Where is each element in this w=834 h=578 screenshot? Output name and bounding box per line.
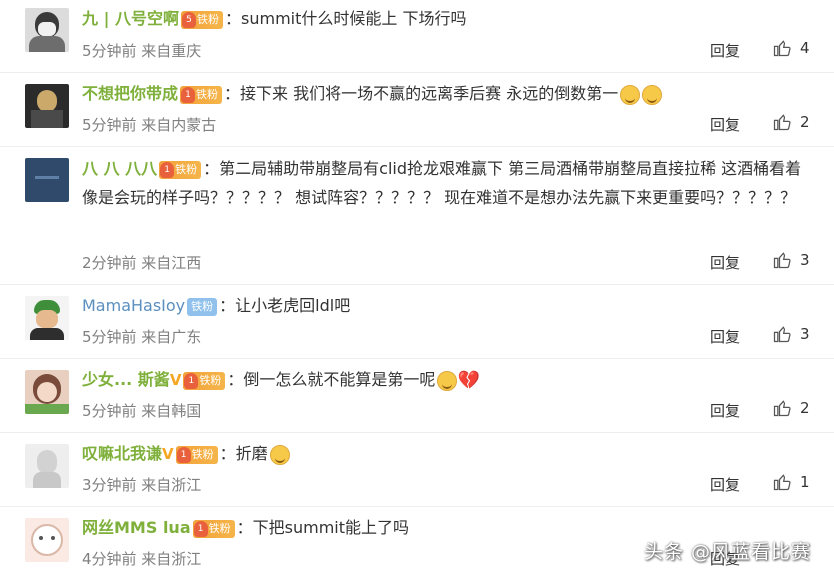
username[interactable]: 八 八 八八 [82, 159, 157, 178]
comment-text: ：下把summit能上了吗 [236, 518, 409, 537]
like-button[interactable]: 1 [772, 472, 810, 492]
comment-meta: 5分钟前 来自广东 [82, 328, 202, 346]
comment-meta: 5分钟前 来自内蒙古 [82, 116, 217, 134]
reply-button[interactable]: 回复 [710, 252, 740, 273]
watermark: 头条 @风蓝看比赛 [644, 541, 812, 563]
username[interactable]: 九 | 八号空啊 [82, 9, 179, 28]
like-count: 3 [800, 325, 810, 343]
reply-button[interactable]: 回复 [710, 326, 740, 347]
reply-button[interactable]: 回复 [710, 474, 740, 495]
broken-heart-emoji: 💔 [457, 369, 480, 391]
smile-emoji [269, 444, 290, 465]
divider [0, 284, 834, 285]
avatar[interactable] [25, 8, 69, 52]
username[interactable]: 少女... 斯酱 [82, 370, 170, 389]
avatar[interactable] [25, 158, 69, 202]
comment-text: ：倒一怎么就不能算是第一呢 [227, 370, 436, 389]
divider [0, 506, 834, 507]
comment-text: ：接下来 我们将一场不赢的远离季后赛 永远的倒数第一 [224, 84, 619, 103]
verified-icon: V [162, 445, 174, 463]
like-button[interactable]: 3 [772, 250, 810, 270]
comment-meta: 5分钟前 来自重庆 [82, 42, 202, 60]
like-count: 4 [800, 39, 810, 57]
like-button[interactable]: 4 [772, 38, 810, 58]
fan-badge: 铁粉 [187, 297, 218, 316]
smile-emoji [437, 370, 458, 391]
reply-button[interactable]: 回复 [710, 400, 740, 421]
comment-meta: 3分钟前 来自浙江 [82, 476, 202, 494]
comment-line: 九 | 八号空啊 5 铁粉 ：summit什么时候能上 下场行吗 [82, 5, 804, 33]
divider [0, 146, 834, 147]
fan-badge: 1 铁粉 [183, 371, 226, 390]
fan-badge: 1 铁粉 [180, 85, 223, 104]
username[interactable]: 不想把你带成 [82, 84, 178, 103]
thumbs-up-icon [773, 40, 791, 57]
like-button[interactable]: 3 [772, 324, 810, 344]
like-count: 1 [800, 473, 810, 491]
avatar[interactable] [25, 296, 69, 340]
like-count: 2 [800, 399, 810, 417]
comment-meta: 2分钟前 来自江西 [82, 254, 202, 272]
avatar[interactable] [25, 84, 69, 128]
like-count: 3 [800, 251, 810, 269]
smile-emoji [642, 84, 663, 105]
verified-icon: V [169, 371, 182, 389]
thumbs-up-icon [773, 474, 791, 491]
like-button[interactable]: 2 [772, 398, 810, 418]
comment-line: 不想把你带成 1 铁粉 ：接下来 我们将一场不赢的远离季后赛 永远的倒数第一 [82, 80, 804, 108]
reply-button[interactable]: 回复 [710, 40, 740, 61]
divider [0, 432, 834, 433]
avatar[interactable] [25, 518, 69, 562]
comment-line: MamaHasIoy 铁粉 ：让小老虎回ldl吧 [82, 292, 804, 320]
comment-line: 叹嘛北我谦V 1 铁粉 ：折磨 [82, 440, 804, 468]
username[interactable]: MamaHasIoy [82, 296, 185, 315]
like-button[interactable]: 2 [772, 112, 810, 132]
avatar[interactable] [25, 370, 69, 414]
fan-badge: 1 铁粉 [175, 445, 218, 464]
thumbs-up-icon [773, 114, 791, 131]
avatar[interactable] [25, 444, 69, 488]
smile-emoji [620, 84, 641, 105]
fan-badge: 5 铁粉 [181, 10, 223, 29]
username[interactable]: 叹嘛北我谦 [82, 444, 162, 463]
comment-line: 八 八 八八 1 铁粉 ：第二局辅助带崩整局有clid抢龙艰难赢下 第三局酒桶带崩整局… [82, 154, 804, 212]
thumbs-up-icon [773, 400, 791, 417]
username[interactable]: 网丝MMS lua [82, 518, 191, 537]
thumbs-up-icon [773, 252, 791, 269]
comment-meta: 4分钟前 来自浙江 [82, 550, 202, 568]
like-count: 2 [800, 113, 810, 131]
divider [0, 72, 834, 73]
comment-text: ：让小老虎回ldl吧 [219, 296, 351, 315]
comment-line: 少女... 斯酱V 1 铁粉 ：倒一怎么就不能算是第一呢 💔 [82, 366, 804, 395]
reply-button[interactable]: 回复 [710, 114, 740, 135]
fan-badge: 1 铁粉 [159, 160, 202, 179]
comment-meta: 5分钟前 来自韩国 [82, 402, 202, 420]
comment-text: ：折磨 [219, 444, 268, 463]
comment-text: ：summit什么时候能上 下场行吗 [225, 9, 467, 28]
fan-badge: 1 铁粉 [192, 519, 235, 538]
divider [0, 358, 834, 359]
thumbs-up-icon [773, 326, 791, 343]
